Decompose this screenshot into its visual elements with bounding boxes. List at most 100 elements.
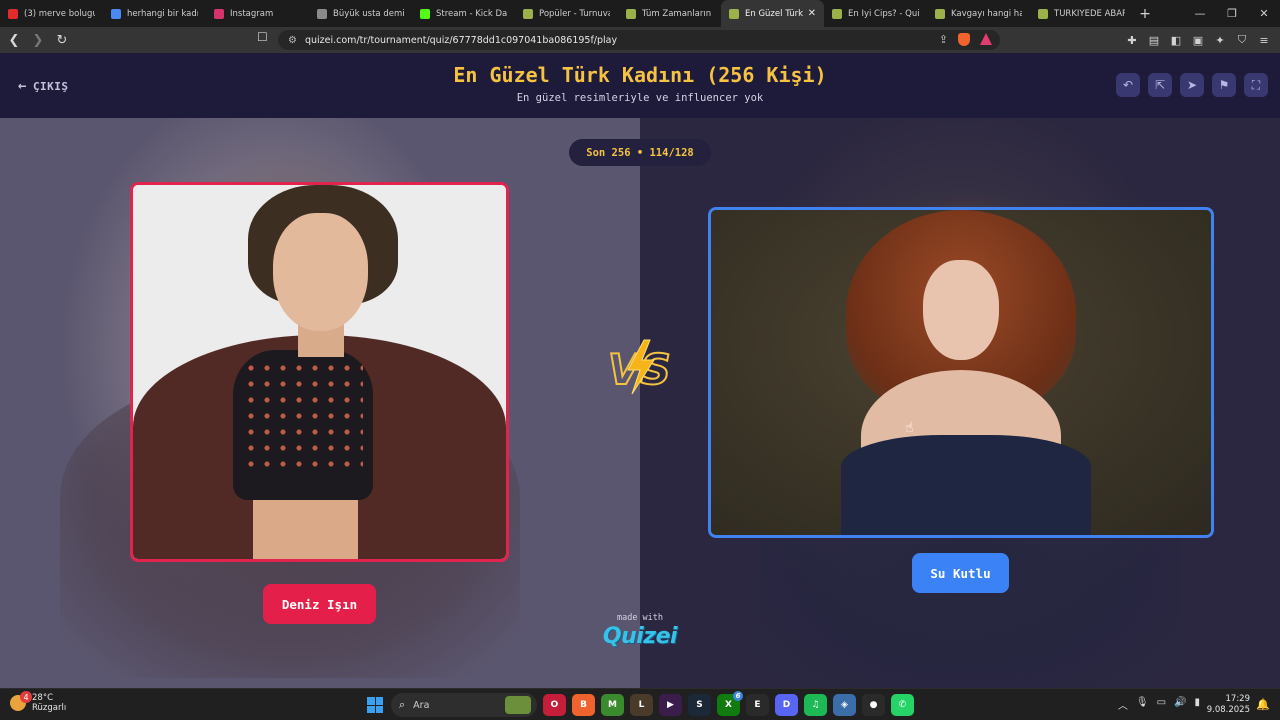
windows-start-icon[interactable] xyxy=(367,697,383,713)
taskbar-clock[interactable]: 17:29 9.08.2025 xyxy=(1207,694,1250,716)
toolbar-extensions: ✚ ▤ ◧ ▣ ✦ ⛉ ≡ xyxy=(1124,30,1272,50)
wallet-icon[interactable]: ▣ xyxy=(1190,30,1206,50)
microphone-icon[interactable]: 🎙 xyxy=(1136,697,1149,712)
bookmark-icon[interactable]: ☐ xyxy=(257,30,268,44)
media-app-icon[interactable]: ▶ xyxy=(659,694,682,716)
back-icon[interactable]: ❮ xyxy=(4,30,24,50)
forward-icon[interactable]: ❯ xyxy=(28,30,48,50)
game-launcher-icon[interactable]: L xyxy=(630,694,653,716)
close-window-icon[interactable]: ✕ xyxy=(1248,0,1280,27)
weather-widget[interactable]: 4 28°C Rüzgarlı xyxy=(10,691,67,713)
browser-tab[interactable]: Instagram xyxy=(206,0,309,27)
browser-tab[interactable]: Büyük usta demirci xyxy=(309,0,412,27)
steam-icon[interactable]: S xyxy=(688,694,711,716)
made-with-label: made with xyxy=(616,613,664,623)
tab-favicon-icon xyxy=(1038,8,1048,19)
restore-icon[interactable]: ❐ xyxy=(1216,0,1248,27)
menu-icon[interactable]: ≡ xyxy=(1256,30,1272,50)
tab-favicon-icon xyxy=(8,8,18,19)
volume-icon[interactable]: 🔊 xyxy=(1174,697,1186,712)
quizei-logo[interactable]: Quizei xyxy=(595,624,685,649)
clock-time: 17:29 xyxy=(1225,694,1251,704)
reload-icon[interactable]: ↻ xyxy=(52,30,72,50)
browser-tab[interactable]: (3) merve bolugur s xyxy=(0,0,103,27)
tab-favicon-icon xyxy=(626,8,636,19)
discord-icon[interactable]: D xyxy=(775,694,798,716)
browser-tab-active[interactable]: En Güzel Türk K ✕ xyxy=(721,0,824,27)
tab-label: Büyük usta demirci xyxy=(333,8,404,19)
vpn-icon[interactable]: ⛉ xyxy=(1234,30,1250,50)
tab-close-icon[interactable]: ✕ xyxy=(808,8,816,19)
epic-games-icon[interactable]: E xyxy=(746,694,769,716)
minecraft-icon[interactable]: M xyxy=(601,694,624,716)
choose-right-button[interactable]: Su Kutlu xyxy=(912,553,1009,593)
choose-left-button[interactable]: Deniz Işın xyxy=(263,584,376,624)
browser-tab[interactable]: Kavgayı hangi hayva xyxy=(927,0,1030,27)
xbox-icon[interactable]: X6 xyxy=(717,691,743,716)
spotify-icon[interactable]: ♫ xyxy=(804,694,827,716)
chevron-up-icon[interactable]: ︿ xyxy=(1118,697,1128,712)
tab-label: Instagram xyxy=(230,8,274,19)
brave-shields-icon[interactable] xyxy=(958,33,970,46)
minimize-icon[interactable]: — xyxy=(1184,0,1216,27)
notification-icon[interactable]: 🔔 xyxy=(1256,698,1270,711)
left-candidate-card[interactable] xyxy=(130,182,509,562)
display-icon[interactable]: ▭ xyxy=(1157,697,1166,712)
tab-favicon-icon xyxy=(420,8,430,19)
whatsapp-icon[interactable]: ✆ xyxy=(891,694,914,716)
brave-rewards-icon[interactable] xyxy=(980,33,992,45)
tab-label: TÜRKİYEDE ABARTIL xyxy=(1054,8,1125,19)
overwolf-icon[interactable]: ● xyxy=(862,694,885,716)
undo-icon[interactable]: ↶ xyxy=(1116,73,1140,97)
opera-icon[interactable]: O xyxy=(543,694,566,716)
fullscreen-icon[interactable]: ⛶ xyxy=(1244,73,1268,97)
search-highlight-icon xyxy=(505,696,531,714)
browser-tab[interactable]: En İyi Cips? - Quizei xyxy=(824,0,927,27)
weather-badge: 4 xyxy=(20,691,32,703)
share-icon[interactable]: ⇪ xyxy=(939,33,948,46)
browser-tab[interactable]: Tüm Zamanların En xyxy=(618,0,721,27)
tab-favicon-icon xyxy=(832,8,842,19)
weather-temp: 28°C xyxy=(32,693,54,703)
weather-desc: Rüzgarlı xyxy=(32,703,67,713)
browser-tab[interactable]: Stream - Kick Dashb xyxy=(412,0,515,27)
reading-list-icon[interactable]: ▤ xyxy=(1146,30,1162,50)
tab-label: En Güzel Türk K xyxy=(745,8,804,19)
tab-label: Kavgayı hangi hayva xyxy=(951,8,1022,19)
report-flag-icon[interactable]: ⚑ xyxy=(1212,73,1236,97)
extensions-icon[interactable]: ✚ xyxy=(1124,30,1140,50)
browser-tab[interactable]: TÜRKİYEDE ABARTIL xyxy=(1030,0,1133,27)
tab-strip: (3) merve bolugur s herhangi bir kadın Ins… xyxy=(0,0,1280,27)
tab-favicon-icon xyxy=(317,8,327,19)
tab-favicon-icon xyxy=(935,8,945,19)
clock-date: 9.08.2025 xyxy=(1206,705,1250,715)
browser-tab[interactable]: Popüler - Turnuva xyxy=(515,0,618,27)
quiz-title: En Güzel Türk Kadını (256 Kişi) xyxy=(453,63,827,87)
weather-icon: 4 xyxy=(10,691,32,711)
tab-favicon-icon xyxy=(214,8,224,19)
taskbar-apps: O B M L ▶ S X6 E D ♫ ◈ ● ✆ xyxy=(543,691,914,716)
taskbar-search[interactable]: ⌕ Ara xyxy=(391,693,537,717)
site-info-icon[interactable]: ⚙ xyxy=(288,35,297,46)
search-placeholder: Ara xyxy=(413,699,430,711)
mouse-cursor-icon: ☝ xyxy=(905,420,914,436)
leo-ai-icon[interactable]: ✦ xyxy=(1212,30,1228,50)
address-bar[interactable]: ⚙ quizei.com/tr/tournament/quiz/67778dd1… xyxy=(278,30,1000,50)
battery-icon[interactable]: ▮ xyxy=(1194,697,1200,712)
tab-favicon-icon xyxy=(729,8,739,19)
share-icon[interactable]: ⇱ xyxy=(1148,73,1172,97)
tab-label: herhangi bir kadın xyxy=(127,8,198,19)
tab-favicon-icon xyxy=(111,8,121,19)
tab-label: (3) merve bolugur s xyxy=(24,8,95,19)
send-icon[interactable]: ➤ xyxy=(1180,73,1204,97)
browser-tab[interactable]: herhangi bir kadın xyxy=(103,0,206,27)
tab-label: Popüler - Turnuva xyxy=(539,8,610,19)
right-candidate-card[interactable] xyxy=(708,207,1214,538)
quiz-subtitle: En güzel resimleriyle ve influencer yok xyxy=(516,92,764,104)
new-tab-icon[interactable]: + xyxy=(1133,0,1157,27)
sidebar-icon[interactable]: ◧ xyxy=(1168,30,1184,50)
header-actions: ↶ ⇱ ➤ ⚑ ⛶ xyxy=(1116,73,1268,97)
network-app-icon[interactable]: ◈ xyxy=(833,694,856,716)
tab-label: En İyi Cips? - Quizei xyxy=(848,8,919,19)
brave-icon[interactable]: B xyxy=(572,694,595,716)
